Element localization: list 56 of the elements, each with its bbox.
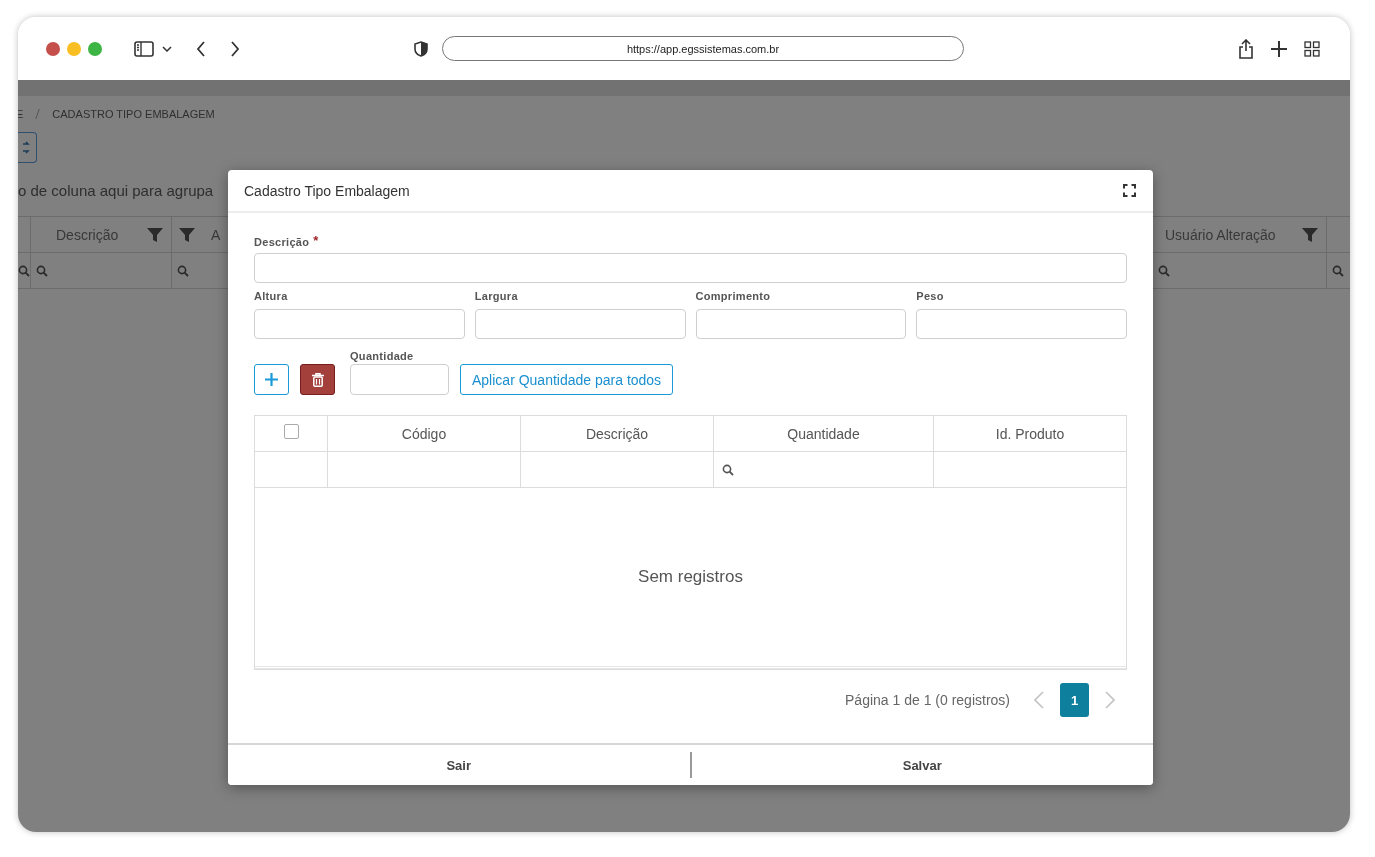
search-icon (177, 264, 189, 277)
refresh-button[interactable] (18, 132, 37, 163)
footer-button[interactable]: Salvar (691, 745, 1153, 785)
filter-icon[interactable] (179, 227, 195, 242)
shield-icon (414, 40, 428, 57)
apply-quantity-button[interactable]: Aplicar Quantidade para todos (460, 364, 674, 395)
input-field[interactable] (474, 309, 686, 339)
group-panel-hint: o de coluna aqui para agrupa (18, 182, 214, 199)
filter-icon[interactable] (1302, 227, 1318, 242)
window-minimize-button[interactable] (67, 41, 81, 56)
column-header[interactable]: Descrição (521, 416, 714, 451)
input-field[interactable] (916, 309, 1127, 339)
forward-icon[interactable] (230, 40, 240, 57)
column-header[interactable]: Id. Produto (934, 416, 1126, 451)
chevron-down-icon[interactable] (162, 45, 172, 52)
search-icon (1332, 264, 1344, 277)
page-summary: Página 1 de 1 (0 registros) (845, 692, 1010, 708)
required-mark: * (313, 233, 319, 248)
delete-button[interactable] (300, 364, 335, 395)
field-label: Altura (254, 290, 288, 302)
dialog-title: Cadastro Tipo Embalagem (244, 182, 410, 199)
input-field[interactable] (254, 309, 465, 339)
refresh-icon (23, 140, 31, 155)
back-icon[interactable] (196, 40, 206, 57)
field-label: Descrição (254, 236, 310, 248)
input-field[interactable] (695, 309, 907, 339)
search-icon (36, 264, 48, 277)
fullscreen-icon[interactable] (1123, 184, 1136, 197)
footer-button[interactable]: Sair (228, 745, 690, 785)
column-header[interactable]: Quantidade (714, 416, 934, 451)
plus-icon[interactable] (1271, 40, 1287, 57)
field-label: Peso (916, 290, 944, 302)
filter-icon[interactable] (147, 227, 163, 242)
filter-cell[interactable] (18, 253, 31, 288)
tab-grid-icon[interactable] (1304, 40, 1320, 57)
column-header[interactable]: Código (328, 416, 521, 451)
window-close-button[interactable] (46, 41, 60, 56)
field-label: Largura (474, 290, 518, 302)
field-label: Comprimento (695, 290, 771, 302)
add-button[interactable] (254, 364, 289, 395)
input-field[interactable] (350, 364, 449, 395)
search-icon (722, 463, 734, 476)
empty-message: Sem registros (638, 567, 743, 587)
search-icon (1158, 264, 1170, 277)
search-icon (18, 264, 30, 277)
field-label: Quantidade (350, 350, 414, 362)
plus-icon (265, 373, 278, 386)
next-page-icon[interactable] (1105, 691, 1115, 709)
window-zoom-button[interactable] (88, 41, 102, 56)
select-all-checkbox[interactable] (283, 424, 299, 439)
previous-page-icon[interactable] (1034, 691, 1044, 709)
share-icon[interactable] (1238, 38, 1254, 59)
input-field[interactable] (254, 253, 1127, 283)
page-button[interactable]: 1 (1060, 683, 1089, 717)
sidebar-icon[interactable] (134, 40, 154, 57)
trash-icon (311, 372, 324, 387)
